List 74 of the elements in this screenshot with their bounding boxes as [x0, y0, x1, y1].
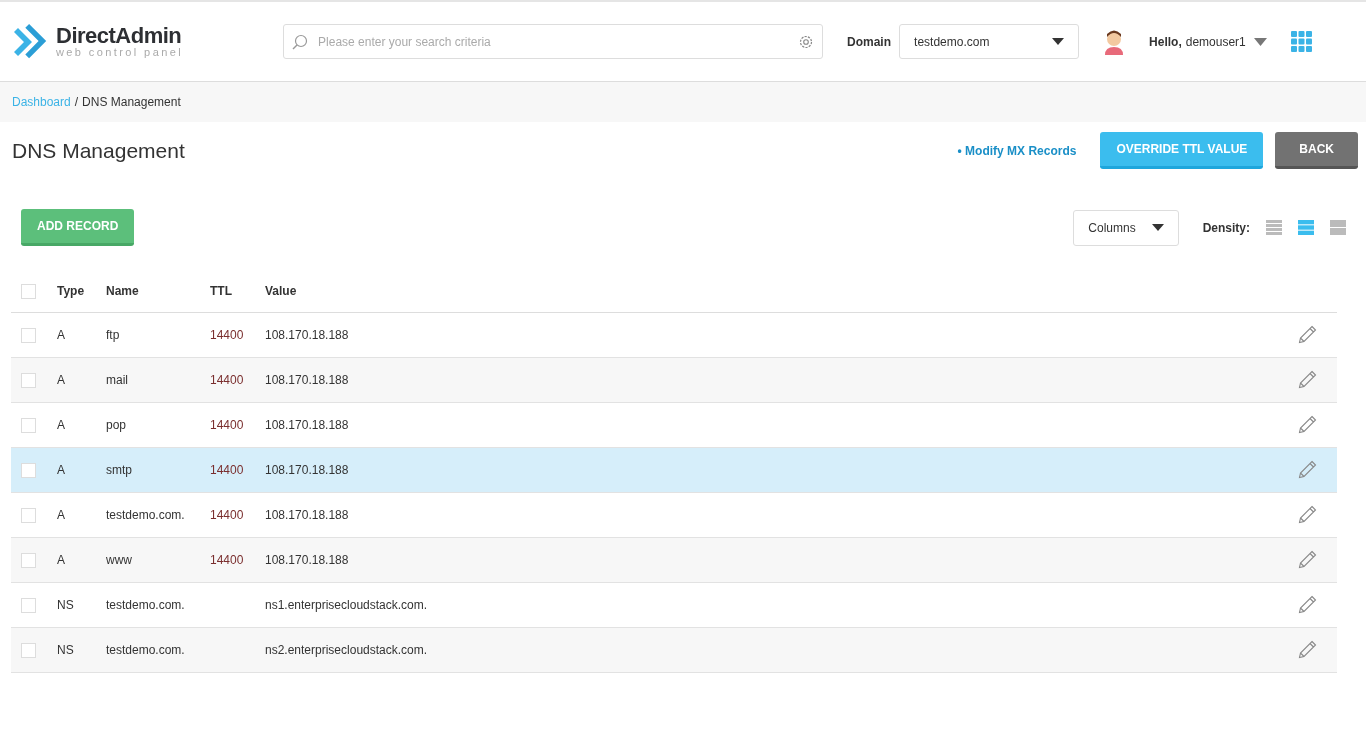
breadcrumb-current: DNS Management	[82, 94, 181, 111]
type-cell: A	[57, 372, 65, 387]
density-label: Density:	[1202, 219, 1250, 237]
name-cell: www	[106, 552, 132, 567]
table-row[interactable]: A pop 14400 108.170.18.188	[11, 402, 1337, 447]
type-cell: A	[57, 507, 65, 522]
type-cell: NS	[57, 597, 74, 612]
type-cell: A	[57, 327, 65, 342]
value-cell: 108.170.18.188	[265, 417, 349, 432]
type-cell: A	[57, 462, 65, 477]
ttl-cell: 14400	[210, 462, 244, 477]
row-checkbox[interactable]	[21, 597, 36, 613]
type-cell: A	[57, 552, 65, 567]
domain-label: Domain	[847, 33, 892, 51]
table-row[interactable]: NS testdemo.com. ns1.enterprisecloudstack.com.	[11, 582, 1337, 627]
row-checkbox[interactable]	[21, 462, 36, 478]
search-icon	[292, 33, 309, 50]
name-cell: testdemo.com.	[106, 507, 185, 522]
row-checkbox[interactable]	[21, 507, 36, 523]
value-cell: 108.170.18.188	[265, 327, 349, 342]
table-row[interactable]: NS testdemo.com. ns2.enterprisecloudstack.com.	[11, 627, 1337, 672]
caret-icon	[1253, 37, 1267, 46]
user-menu[interactable]: Hello, demouser1	[1149, 32, 1267, 51]
ttl-cell: 14400	[210, 417, 244, 432]
table-row[interactable]: A testdemo.com. 14400 108.170.18.188	[11, 492, 1337, 537]
table-row[interactable]: A ftp 14400 108.170.18.188	[11, 312, 1337, 357]
name-cell: smtp	[106, 462, 132, 477]
breadcrumb-separator: /	[74, 94, 79, 111]
domain-select[interactable]: testdemo.com	[899, 24, 1080, 59]
name-cell: testdemo.com.	[106, 642, 185, 657]
value-cell: 108.170.18.188	[265, 462, 349, 477]
value-cell: 108.170.18.188	[265, 507, 349, 522]
apps-grid-icon[interactable]	[1290, 31, 1312, 52]
column-header: TTL	[210, 283, 232, 298]
select-all-checkbox[interactable]	[21, 284, 36, 300]
name-cell: ftp	[106, 327, 120, 342]
back-button[interactable]: BACK	[1275, 132, 1358, 169]
row-checkbox[interactable]	[21, 327, 36, 343]
logo-icon	[12, 23, 48, 60]
page-title: DNS Management	[12, 137, 185, 164]
ttl-cell: 14400	[210, 327, 244, 342]
column-header: Type	[57, 283, 85, 298]
row-checkbox[interactable]	[21, 417, 36, 433]
ttl-cell: 14400	[210, 372, 244, 387]
density-normal-icon[interactable]	[1298, 220, 1314, 235]
name-cell: pop	[106, 417, 127, 432]
table-row[interactable]: A www 14400 108.170.18.188	[11, 537, 1337, 582]
avatar-icon	[1103, 28, 1126, 55]
column-header: Name	[106, 283, 139, 298]
density-compact-icon[interactable]	[1266, 220, 1282, 235]
density-comfortable-icon[interactable]	[1330, 220, 1346, 235]
columns-button[interactable]: Columns	[1073, 209, 1179, 246]
type-cell: NS	[57, 642, 74, 657]
ttl-cell: 14400	[210, 552, 244, 567]
row-checkbox[interactable]	[21, 372, 36, 388]
column-header: Value	[265, 283, 297, 298]
caret-icon	[1052, 38, 1065, 45]
name-cell: mail	[106, 372, 128, 387]
caret-icon	[1151, 224, 1164, 231]
value-cell: 108.170.18.188	[265, 552, 349, 567]
table-row[interactable]: A mail 14400 108.170.18.188	[11, 357, 1337, 402]
table-row[interactable]: A smtp 14400 108.170.18.188	[11, 447, 1337, 492]
search-field[interactable]: Please enter your search criteria	[283, 24, 824, 59]
value-cell: 108.170.18.188	[265, 372, 349, 387]
logo-title: DirectAdmin	[56, 25, 183, 47]
modify-mx-link[interactable]: • Modify MX Records	[957, 141, 1077, 160]
row-checkbox[interactable]	[21, 552, 36, 568]
logo-subtitle: web control panel	[56, 47, 184, 58]
value-cell: ns2.enterprisecloudstack.com.	[265, 642, 428, 657]
value-cell: ns1.enterprisecloudstack.com.	[265, 597, 428, 612]
row-checkbox[interactable]	[21, 642, 36, 658]
ttl-cell: 14400	[210, 507, 244, 522]
type-cell: A	[57, 417, 65, 432]
name-cell: testdemo.com.	[106, 597, 185, 612]
